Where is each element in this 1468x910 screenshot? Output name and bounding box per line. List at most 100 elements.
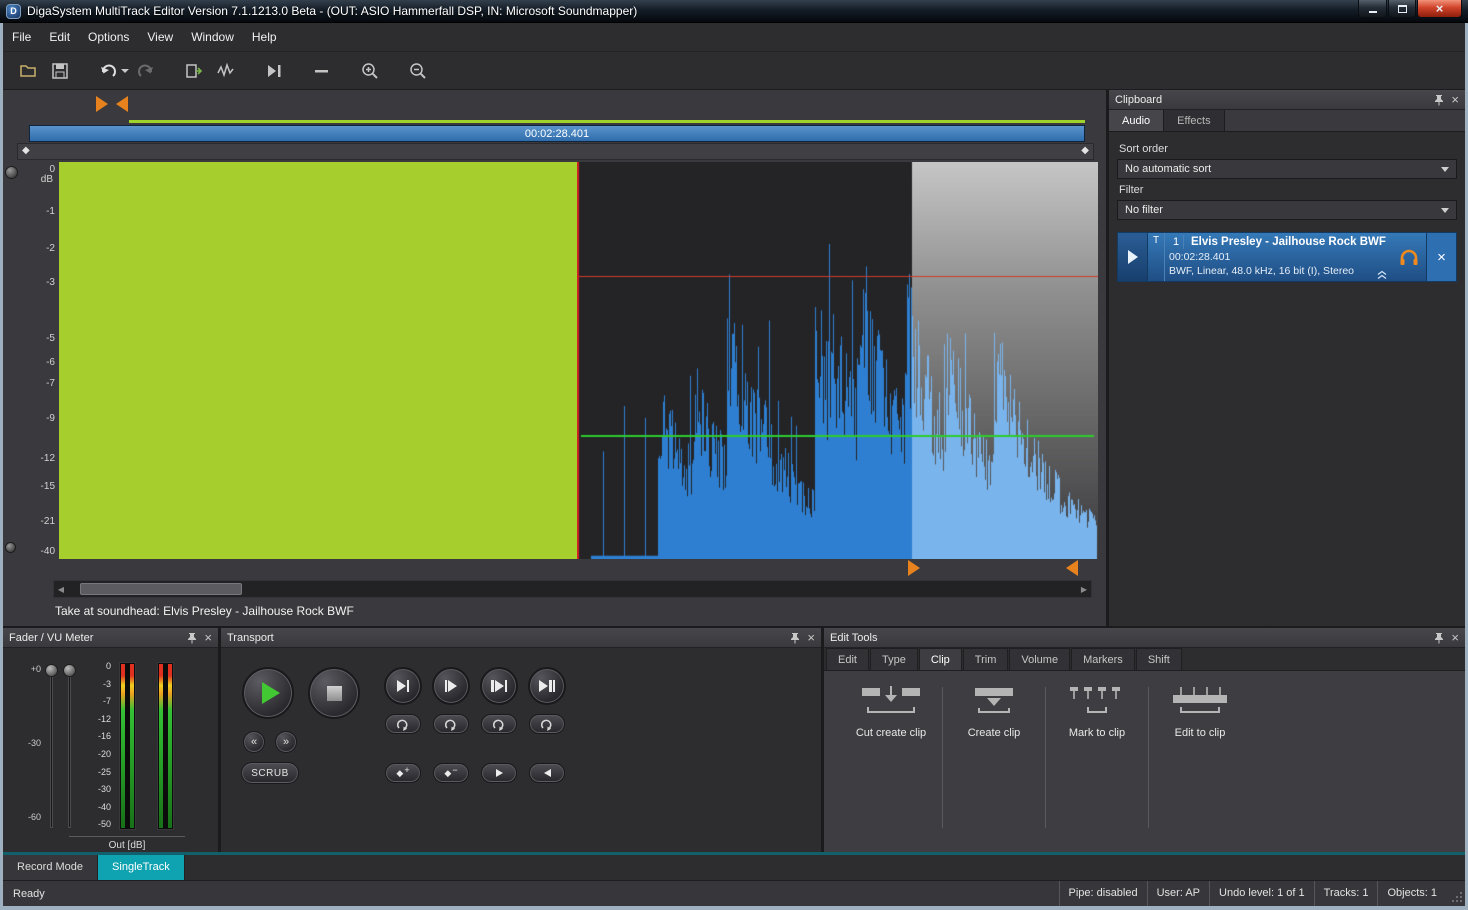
overview-in-marker[interactable]: [96, 96, 108, 112]
selected-clip-region[interactable]: [59, 162, 577, 559]
clipboard-tab-effects[interactable]: Effects: [1164, 110, 1224, 131]
zoom-out-button[interactable]: [403, 57, 433, 85]
overview-out-marker[interactable]: [116, 96, 128, 112]
vertical-zoom-knob[interactable]: [5, 166, 18, 179]
left-diamond-marker[interactable]: ◆: [22, 145, 30, 156]
close-panel-icon[interactable]: ×: [204, 632, 212, 644]
play-button[interactable]: [242, 667, 294, 719]
mixdown-button[interactable]: [179, 57, 209, 85]
edit-tools-tab-shift[interactable]: Shift: [1136, 648, 1182, 670]
loop-play-to-mark-button[interactable]: [385, 714, 421, 734]
edit-tools-tab-clip[interactable]: Clip: [919, 648, 962, 670]
forward-button[interactable]: »: [275, 731, 297, 753]
loop-play-from-mark-button[interactable]: [433, 714, 469, 734]
skip-to-end-button[interactable]: [259, 57, 289, 85]
status-bar: Ready Pipe: disabledUser: APUndo level: …: [3, 880, 1465, 906]
status-ready: Ready: [3, 888, 55, 900]
menu-file[interactable]: File: [3, 23, 40, 52]
previous-icon: [544, 769, 551, 777]
item-remove-button[interactable]: ×: [1426, 233, 1456, 281]
zoom-in-button[interactable]: [355, 57, 385, 85]
menu-window[interactable]: Window: [182, 23, 243, 52]
cut-create-clip-button[interactable]: Cut create clip: [844, 685, 938, 852]
horizontal-scrollbar[interactable]: ◀ ▶: [53, 580, 1092, 598]
edit-waveform-button[interactable]: [211, 57, 241, 85]
undo-dropdown-caret[interactable]: [121, 69, 129, 73]
zoom-out-icon: [408, 61, 428, 81]
overview-duration-bar[interactable]: 00:02:28.401: [29, 125, 1085, 142]
item-play-button[interactable]: [1118, 233, 1148, 281]
waveform-canvas[interactable]: [577, 162, 1098, 559]
pin-icon[interactable]: [1433, 632, 1445, 644]
menu-help[interactable]: Help: [243, 23, 286, 52]
fader-track-right[interactable]: [68, 670, 71, 828]
edit-tools-panel: Edit Tools × EditTypeClipTrimVolumeMarke…: [824, 628, 1465, 852]
create-clip-button[interactable]: Create clip: [947, 685, 1041, 852]
loop-play-between-marks-button[interactable]: [481, 714, 517, 734]
close-panel-icon[interactable]: ×: [1451, 632, 1459, 644]
scroll-left-arrow[interactable]: ◀: [54, 585, 68, 594]
mark-to-clip-button[interactable]: Mark to clip: [1050, 685, 1144, 852]
edit-tools-tab-type[interactable]: Type: [870, 648, 918, 670]
selection-start-marker[interactable]: [908, 560, 920, 576]
bottom-tab-record-mode[interactable]: Record Mode: [3, 855, 98, 880]
edit-tools-tab-markers[interactable]: Markers: [1071, 648, 1135, 670]
add-mark-button[interactable]: ◆+: [385, 763, 421, 783]
scrollbar-track[interactable]: [68, 581, 1077, 597]
menu-view[interactable]: View: [138, 23, 182, 52]
stop-button[interactable]: [308, 667, 360, 719]
output-fader-left[interactable]: [45, 664, 58, 677]
rewind-button[interactable]: «: [243, 731, 265, 753]
maximize-button[interactable]: [1388, 0, 1416, 18]
right-diamond-marker[interactable]: ◆: [1081, 145, 1089, 156]
collapse-chevrons-icon[interactable]: [1376, 270, 1388, 280]
redo-button[interactable]: [131, 57, 161, 85]
open-button[interactable]: [13, 57, 43, 85]
menu-edit[interactable]: Edit: [40, 23, 79, 52]
filter-dropdown[interactable]: No filter: [1117, 200, 1457, 220]
item-prelisten-button[interactable]: [1392, 233, 1426, 281]
bar-icon: [491, 680, 494, 692]
output-fader-right[interactable]: [63, 664, 76, 677]
minimize-button[interactable]: [1358, 0, 1387, 18]
bottom-tab-singletrack[interactable]: SingleTrack: [98, 855, 185, 880]
edit-to-clip-button[interactable]: Edit to clip: [1153, 685, 1247, 852]
close-panel-icon[interactable]: ×: [807, 632, 815, 644]
play-to-mark-button[interactable]: [384, 667, 422, 705]
close-panel-icon[interactable]: ×: [1451, 94, 1459, 106]
resize-grip[interactable]: [1450, 890, 1463, 903]
play-from-mark-button[interactable]: [432, 667, 470, 705]
scrub-button[interactable]: SCRUB: [241, 762, 299, 784]
play-between-marks-button[interactable]: [480, 667, 518, 705]
edit-tools-tab-edit[interactable]: Edit: [826, 648, 869, 670]
marker-strip[interactable]: ◆ ◆: [17, 143, 1094, 160]
edit-tools-tabs: EditTypeClipTrimVolumeMarkersShift: [824, 648, 1465, 671]
pin-icon[interactable]: [789, 632, 801, 644]
next-mark-button[interactable]: [481, 763, 517, 783]
toolbar: [3, 52, 1465, 90]
play-around-mark-button[interactable]: [528, 667, 566, 705]
undo-button[interactable]: [93, 57, 123, 85]
chevron-down-icon: [1441, 208, 1449, 213]
item-number: 1: [1169, 235, 1184, 249]
pin-icon[interactable]: [186, 632, 198, 644]
fader-track-left[interactable]: [50, 670, 53, 828]
pin-icon[interactable]: [1433, 94, 1445, 106]
selection-end-marker[interactable]: [1066, 560, 1078, 576]
collapse-track-button[interactable]: [307, 57, 337, 85]
loop-icon: [443, 718, 459, 731]
sort-order-dropdown[interactable]: No automatic sort: [1117, 159, 1457, 179]
clipboard-tab-audio[interactable]: Audio: [1109, 110, 1164, 131]
close-button[interactable]: ×: [1417, 0, 1462, 18]
edit-tools-tab-volume[interactable]: Volume: [1009, 648, 1070, 670]
vertical-scroll-knob[interactable]: [5, 542, 16, 553]
menu-options[interactable]: Options: [79, 23, 138, 52]
edit-tools-tab-trim[interactable]: Trim: [963, 648, 1009, 670]
scroll-right-arrow[interactable]: ▶: [1077, 585, 1091, 594]
previous-mark-button[interactable]: [529, 763, 565, 783]
remove-mark-button[interactable]: ◆−: [433, 763, 469, 783]
save-button[interactable]: [45, 57, 75, 85]
loop-play-around-mark-button[interactable]: [529, 714, 565, 734]
scrollbar-thumb[interactable]: [80, 583, 242, 595]
clipboard-item[interactable]: T 1 Elvis Presley - Jailhouse Rock BWF 0…: [1117, 232, 1457, 282]
